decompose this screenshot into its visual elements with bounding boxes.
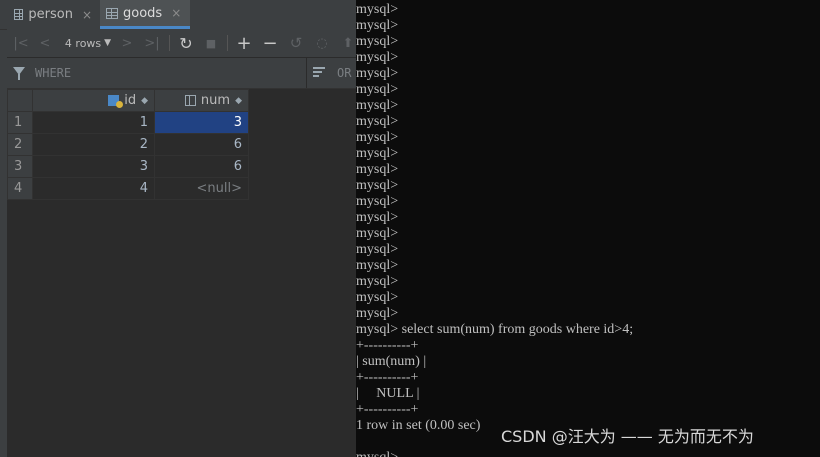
terminal-line: mysql> [356, 130, 399, 145]
tab-person[interactable]: person × [8, 0, 98, 29]
cell-id[interactable]: 4 [32, 177, 155, 200]
filter-icon [13, 67, 25, 80]
tab-label: goods [123, 5, 163, 21]
terminal-line: mysql> [356, 18, 399, 33]
revert-icon[interactable]: ↺ [287, 33, 305, 53]
first-page-icon[interactable]: |< [13, 33, 29, 53]
add-row-icon[interactable]: + [235, 33, 253, 54]
csdn-watermark: CSDN @汪大为 —— 无为而无不为 [501, 427, 754, 446]
terminal-line: mysql> [356, 274, 399, 289]
terminal-line: mysql> [356, 226, 399, 241]
terminal-line: mysql> [356, 162, 399, 177]
cell-num-null[interactable]: <null> [154, 177, 249, 200]
close-icon[interactable]: × [171, 6, 181, 20]
tab-goods[interactable]: goods × [100, 0, 190, 29]
result-toolbar: |< < 4 rows ▼ > >| ↻ ■ + − ↺ ◌ ⬆ [7, 29, 356, 58]
rows-count-label: 4 rows [64, 36, 102, 50]
submit-icon[interactable]: ⬆ [339, 33, 356, 53]
column-icon [184, 95, 196, 106]
terminal-line: mysql> [356, 258, 399, 273]
cell-id[interactable]: 1 [32, 111, 155, 134]
table-row[interactable]: 1 1 3 [7, 111, 249, 134]
rows-count-dropdown[interactable]: 4 rows ▼ [63, 33, 113, 53]
terminal-line: mysql> [356, 98, 399, 113]
filter-divider [306, 58, 307, 88]
tab-label: person [28, 7, 73, 22]
terminal-line: mysql> [356, 66, 399, 81]
table-row[interactable]: 4 4 <null> [7, 177, 249, 200]
terminal-line: mysql> [356, 114, 399, 129]
table-icon [14, 9, 24, 20]
terminal-line: mysql> [356, 146, 399, 161]
result-grid: id ◆ num ◆ 1 1 3 2 2 6 3 3 6 4 4 <null> [7, 89, 249, 200]
delete-row-icon[interactable]: − [261, 33, 279, 54]
terminal-line: mysql> [356, 210, 399, 225]
chevron-down-icon: ▼ [104, 38, 112, 48]
column-name: num [200, 93, 231, 108]
table-icon [106, 7, 118, 19]
terminal-line: | NULL | [356, 386, 420, 401]
sort-arrows-icon[interactable]: ◆ [141, 96, 148, 106]
next-page-icon[interactable]: > [119, 33, 135, 53]
editor-tab-bar: person × goods × [0, 0, 356, 30]
row-number: 4 [7, 177, 33, 200]
row-number: 3 [7, 155, 33, 178]
cell-num-selected[interactable]: 3 [154, 111, 249, 134]
filter-bar: WHERE OR [7, 58, 356, 89]
terminal-line: mysql> [356, 34, 399, 49]
terminal-line: mysql> [356, 50, 399, 65]
cell-id[interactable]: 2 [32, 133, 155, 156]
terminal-line: +----------+ [356, 338, 419, 353]
row-number: 1 [7, 111, 33, 134]
last-page-icon[interactable]: >| [143, 33, 161, 53]
cell-num[interactable]: 6 [154, 155, 249, 178]
terminal-line: mysql> [356, 82, 399, 97]
terminal-line: mysql> [356, 194, 399, 209]
row-number-header [7, 89, 33, 112]
table-row[interactable]: 2 2 6 [7, 133, 249, 156]
terminal-line: mysql> select sum(num) from goods where … [356, 322, 634, 337]
column-header-id[interactable]: id ◆ [32, 89, 155, 112]
previous-page-icon[interactable]: < [37, 33, 53, 53]
cell-id[interactable]: 3 [32, 155, 155, 178]
database-ide-pane: person × goods × |< < 4 rows ▼ > >| ↻ ■ … [0, 0, 356, 457]
terminal-line: mysql> [356, 242, 399, 257]
terminal-line: +----------+ [356, 370, 419, 385]
terminal-line: 1 row in set (0.00 sec) [356, 418, 481, 433]
column-name: id [124, 93, 137, 108]
terminal-line: mysql> [356, 306, 399, 321]
terminal-line: +----------+ [356, 402, 419, 417]
table-row[interactable]: 3 3 6 [7, 155, 249, 178]
refresh-icon[interactable]: ↻ [177, 33, 195, 53]
column-header-num[interactable]: num ◆ [154, 89, 249, 112]
side-strip [0, 30, 7, 457]
mysql-terminal[interactable]: mysql> mysql> mysql> mysql> mysql> mysql> mysq… [356, 0, 820, 457]
terminal-line: mysql> [356, 290, 399, 305]
cell-num[interactable]: 6 [154, 133, 249, 156]
primary-key-icon [108, 95, 124, 108]
order-by-input[interactable]: OR [337, 66, 351, 80]
row-number: 2 [7, 133, 33, 156]
terminal-line: | sum(num) | [356, 354, 427, 369]
toolbar-divider [169, 35, 170, 51]
terminal-line: mysql> [356, 178, 399, 193]
terminal-line: mysql> [356, 2, 399, 17]
sort-arrows-icon[interactable]: ◆ [235, 96, 242, 106]
terminal-line: mysql> [356, 450, 398, 457]
where-filter-input[interactable]: WHERE [35, 66, 71, 80]
stop-icon[interactable]: ■ [203, 33, 219, 53]
toolbar-divider [227, 35, 228, 51]
sort-icon [313, 67, 327, 79]
grid-header-row: id ◆ num ◆ [7, 89, 249, 112]
preview-icon[interactable]: ◌ [313, 33, 331, 53]
close-icon[interactable]: × [82, 8, 92, 22]
